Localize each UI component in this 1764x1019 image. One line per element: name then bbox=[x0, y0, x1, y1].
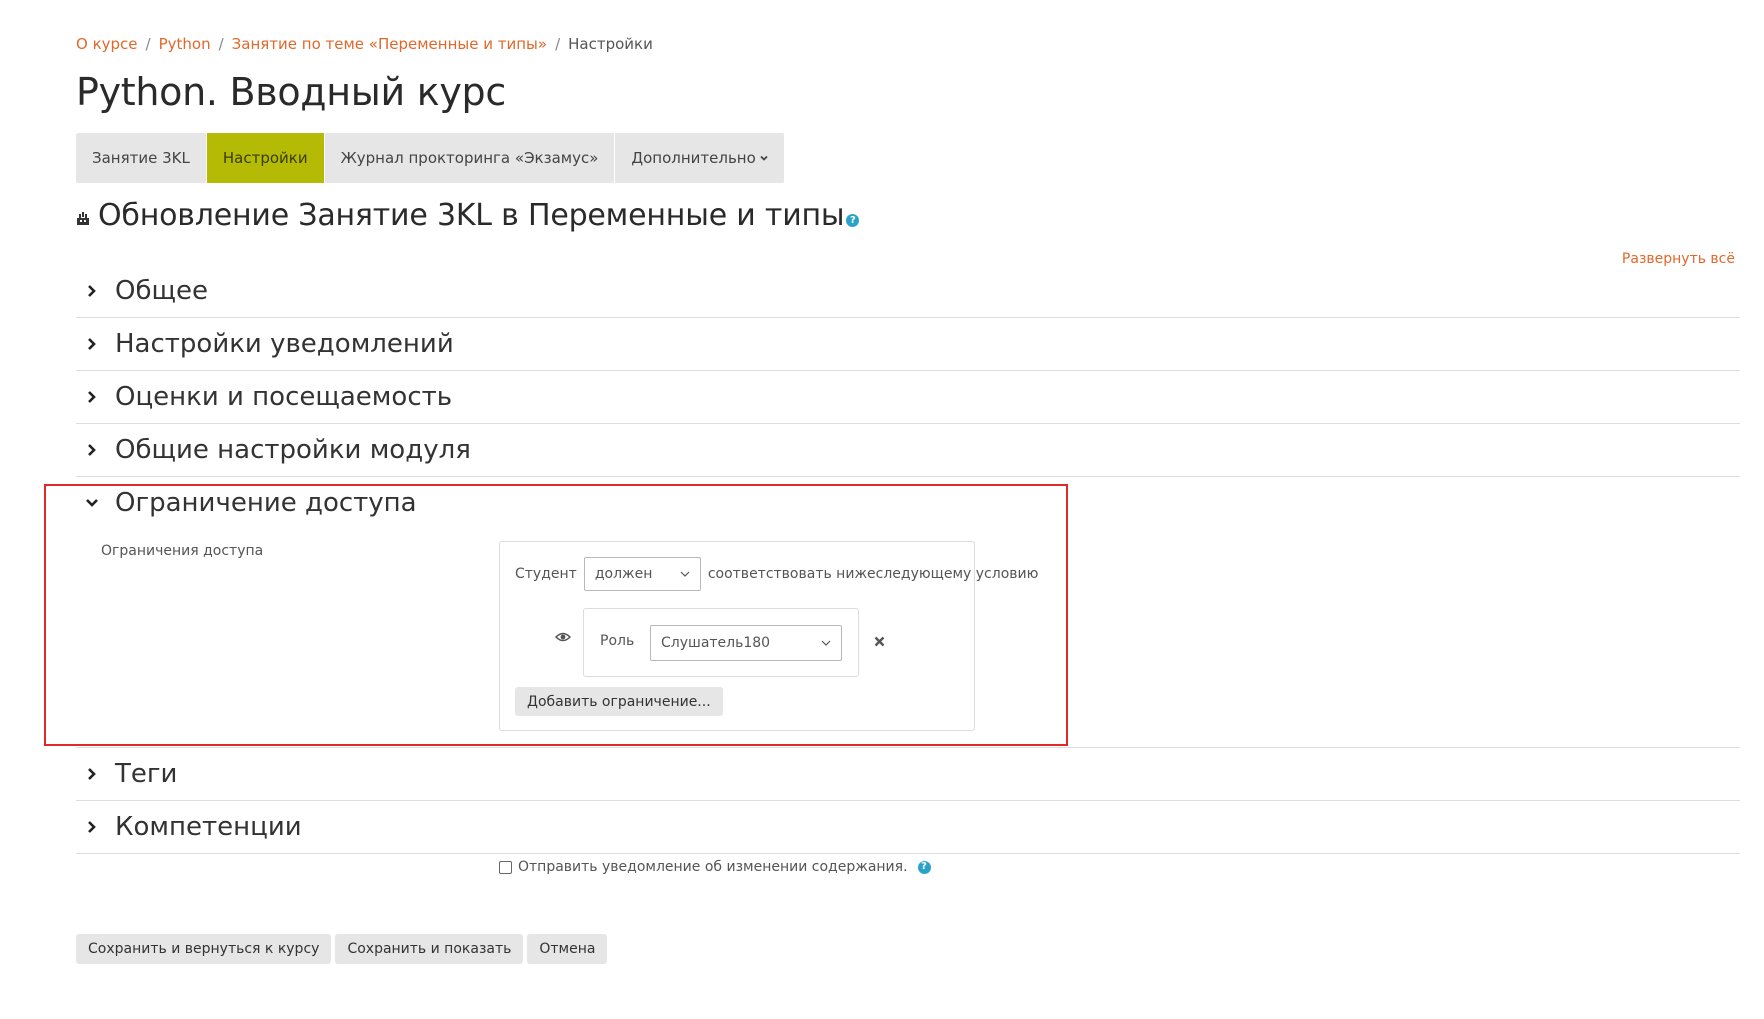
must-select[interactable]: должен bbox=[583, 557, 701, 591]
role-select-value: Слушатель180 bbox=[661, 635, 771, 651]
tab-lesson[interactable]: Занятие 3KL bbox=[76, 133, 207, 183]
section-general: Общее bbox=[76, 264, 1740, 318]
section-header[interactable]: Компетенции bbox=[86, 812, 302, 842]
help-icon[interactable]: ? bbox=[846, 214, 860, 227]
chevron-right-icon bbox=[88, 444, 96, 456]
section-title: Оценки и посещаемость bbox=[115, 382, 453, 412]
tab-settings[interactable]: Настройки bbox=[206, 133, 325, 183]
tab-proctoring-log[interactable]: Журнал прокторинга «Экзамус» bbox=[325, 133, 616, 183]
page-title: Python. Вводный курс bbox=[76, 70, 506, 114]
notify-label[interactable]: Отправить уведомление об изменении содер… bbox=[518, 859, 908, 875]
add-restriction-button[interactable]: Добавить ограничение... bbox=[515, 687, 723, 716]
availability-rule-row: Студент должен соответствовать нижеследу… bbox=[515, 557, 1038, 591]
eye-icon[interactable] bbox=[555, 631, 571, 643]
chevron-down-icon bbox=[760, 153, 768, 164]
chevron-down-icon bbox=[821, 640, 831, 646]
chevron-right-icon bbox=[88, 391, 96, 403]
role-select[interactable]: Слушатель180 bbox=[650, 625, 842, 661]
breadcrumb-separator: / bbox=[218, 35, 224, 53]
section-header[interactable]: Оценки и посещаемость bbox=[86, 382, 452, 412]
breadcrumb-link-python[interactable]: Python bbox=[159, 35, 211, 53]
access-restrictions-label: Ограничения доступа bbox=[101, 543, 264, 559]
breadcrumb-separator: / bbox=[145, 35, 151, 53]
section-tags: Теги bbox=[76, 747, 1740, 801]
breadcrumb-link-lesson[interactable]: Занятие по теме «Переменные и типы» bbox=[232, 35, 547, 53]
breadcrumb: О курсе / Python / Занятие по теме «Переменн… bbox=[76, 35, 653, 53]
tab-label: Настройки bbox=[222, 149, 308, 167]
chevron-down-icon bbox=[680, 571, 690, 577]
notify-checkbox[interactable] bbox=[499, 860, 512, 874]
section-header[interactable]: Общие настройки модуля bbox=[86, 435, 471, 465]
tab-label: Журнал прокторинга «Экзамус» bbox=[340, 149, 599, 167]
breadcrumb-link-course[interactable]: О курсе bbox=[76, 35, 138, 53]
tab-label: Занятие 3KL bbox=[92, 149, 190, 167]
tab-bar: Занятие 3KL Настройки Журнал прокторинга… bbox=[76, 133, 784, 183]
section-header[interactable]: Настройки уведомлений bbox=[86, 329, 454, 359]
save-and-display-button[interactable]: Сохранить и показать bbox=[335, 934, 524, 964]
section-common-module-settings: Общие настройки модуля bbox=[76, 423, 1740, 477]
help-icon[interactable]: ? bbox=[917, 860, 931, 874]
section-title: Общее bbox=[115, 276, 208, 306]
tab-label: Дополнительно bbox=[631, 149, 756, 167]
chevron-right-icon bbox=[88, 285, 96, 297]
activity-title: Обновление Занятие 3KL в Переменные и ти… bbox=[98, 198, 845, 233]
must-select-value: должен bbox=[594, 566, 653, 582]
section-competencies: Компетенции bbox=[76, 800, 1740, 854]
activity-module-icon bbox=[77, 211, 89, 225]
activity-heading: Обновление Занятие 3KL в Переменные и ти… bbox=[76, 198, 860, 233]
condition-text: соответствовать нижеследующему условию bbox=[707, 566, 1039, 582]
availability-panel: Студент должен соответствовать нижеследу… bbox=[499, 541, 1038, 731]
section-grades-attendance: Оценки и посещаемость bbox=[76, 370, 1740, 424]
save-and-return-button[interactable]: Сохранить и вернуться к курсу bbox=[76, 934, 332, 964]
section-title: Общие настройки модуля bbox=[115, 435, 471, 465]
section-notifications: Настройки уведомлений bbox=[76, 317, 1740, 371]
section-title: Компетенции bbox=[115, 812, 302, 842]
breadcrumb-separator: / bbox=[555, 35, 561, 53]
close-icon[interactable] bbox=[874, 636, 885, 647]
chevron-right-icon bbox=[88, 338, 96, 350]
role-condition: Роль Слушатель180 bbox=[583, 608, 859, 677]
breadcrumb-current: Настройки bbox=[568, 35, 653, 53]
section-header[interactable]: Теги bbox=[86, 759, 177, 789]
section-title: Настройки уведомлений bbox=[115, 329, 454, 359]
tab-more[interactable]: Дополнительно bbox=[615, 133, 783, 183]
notify-row: Отправить уведомление об изменении содер… bbox=[499, 859, 931, 875]
chevron-right-icon bbox=[88, 768, 96, 780]
chevron-right-icon bbox=[88, 821, 96, 833]
form-actions: Сохранить и вернуться к курсу Сохранить … bbox=[76, 934, 608, 964]
student-label: Студент bbox=[515, 566, 577, 582]
cancel-button[interactable]: Отмена bbox=[527, 934, 608, 964]
section-header[interactable]: Общее bbox=[86, 276, 208, 306]
role-label: Роль bbox=[600, 633, 635, 649]
section-title: Теги bbox=[115, 759, 178, 789]
